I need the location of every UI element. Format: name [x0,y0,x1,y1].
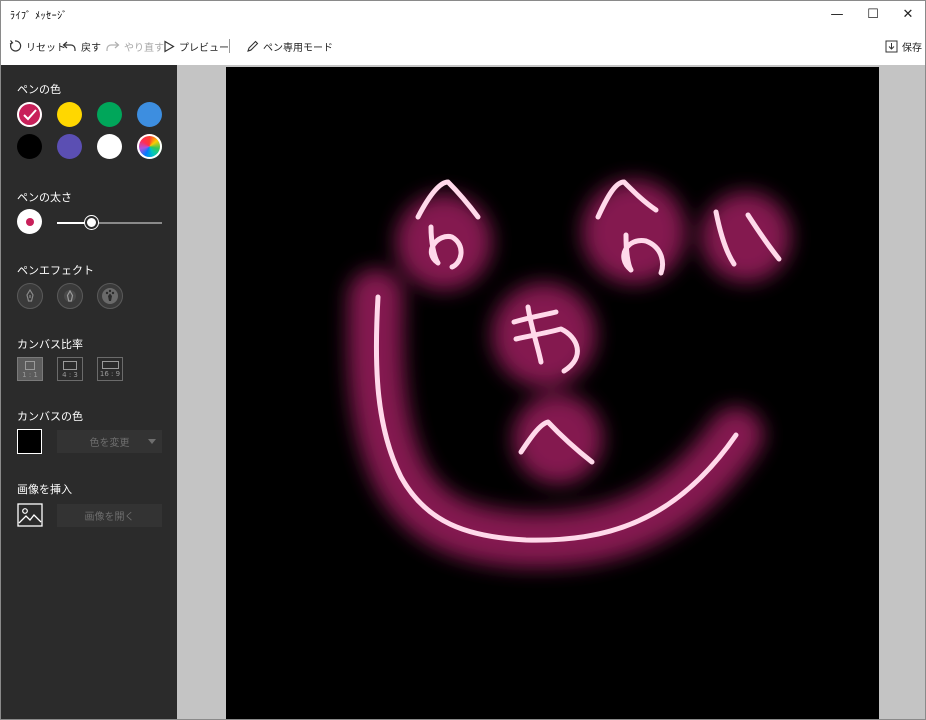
rainbow-pen-icon [102,288,118,304]
reset-button[interactable]: リセット [8,37,66,55]
app-window: ﾗｲﾌﾞ ﾒｯｾｰｼﾞ — ☐ ✕ リセット 戻す やり直す プレビュー ペン専… [0,0,926,720]
ratio-4-3-button[interactable]: 4 : 3 [57,357,83,381]
widescreen-icon [101,361,119,369]
drawing-canvas[interactable] [226,67,879,719]
pen-thickness-slider-thumb[interactable] [85,216,99,229]
glow-blob-mouth [513,394,603,484]
rectangle-icon [63,361,77,370]
reset-label: リセット [26,42,66,54]
toolbar: リセット 戻す やり直す プレビュー ペン専用モード 保存 [1,27,925,65]
ratio-16-9-button[interactable]: 16 : 9 [97,357,123,381]
chevron-down-icon [148,439,156,444]
pen-color-swatch-yellow[interactable] [57,102,82,127]
maximize-button[interactable]: ☐ [855,1,891,27]
undo-label: 戻す [81,42,101,54]
open-image-label: 画像を開く [84,512,135,523]
settings-sidebar: ペンの色 ペンの太さ ペンエフェクト カンバス比率 1 : 1 4 : 3 16… [1,65,177,719]
redo-button[interactable]: やり直す [105,37,164,55]
change-color-label: 色を変更 [89,438,130,449]
minimize-button[interactable]: — [819,1,855,27]
preview-label: プレビュー [179,42,229,54]
ratio-1-1-label: 1 : 1 [22,371,38,379]
glow-blob-left-eye [396,194,492,290]
ratio-1-1-button[interactable]: 1 : 1 [17,357,43,381]
download-icon [885,40,898,52]
image-icon [17,503,43,527]
open-image-button[interactable]: 画像を開く [57,504,162,527]
canvas-color-label: カンバスの色 [17,410,83,423]
ratio-4-3-label: 4 : 3 [62,371,78,379]
pen-color-swatch-crimson[interactable] [17,102,42,127]
canvas-ratio-label: カンバス比率 [17,338,83,351]
pen-thickness-preview[interactable] [17,209,42,234]
pen-color-swatch-white[interactable] [97,134,122,159]
glow-layer [347,180,791,568]
pen-color-swatch-green[interactable] [97,102,122,127]
save-button[interactable]: 保存 [885,37,922,55]
title-bar: ﾗｲﾌﾞ ﾒｯｾｰｼﾞ — ☐ ✕ [1,1,925,27]
pen-color-swatch-indigo[interactable] [57,134,82,159]
redo-icon [106,41,120,51]
canvas-workspace [177,65,925,719]
effect-ink-button[interactable] [17,283,43,309]
toolbar-divider [229,39,230,53]
pen-dot-icon [25,217,34,226]
pen-only-mode-button[interactable]: ペン専用モード [246,37,333,55]
play-icon [164,39,175,53]
insert-image-label: 画像を挿入 [17,483,72,496]
pen-color-swatch-blue[interactable] [137,102,162,127]
square-icon [25,361,35,370]
effect-rainbow-button[interactable] [97,283,123,309]
pen-only-mode-label: ペン専用モード [263,42,333,54]
pen-icon [247,40,259,52]
window-title: ﾗｲﾌﾞ ﾒｯｾｰｼﾞ [10,11,68,22]
pen-color-label: ペンの色 [17,83,61,96]
reset-icon [9,40,22,52]
glow-blob-ear [701,192,791,282]
close-button[interactable]: ✕ [890,1,925,27]
pen-color-swatch-rainbow[interactable] [137,134,162,159]
save-label: 保存 [902,42,922,54]
ratio-16-9-label: 16 : 9 [99,370,121,378]
pen-effect-label: ペンエフェクト [17,264,94,277]
undo-icon [62,41,76,51]
preview-button[interactable]: プレビュー [163,37,229,55]
glow-blob-right-eye [582,180,686,284]
pen-color-swatch-black[interactable] [17,134,42,159]
effect-glow-button[interactable] [57,283,83,309]
redo-label: やり直す [124,42,164,54]
pen-thickness-label: ペンの太さ [17,191,72,204]
canvas-drawing [347,179,791,568]
undo-button[interactable]: 戻す [62,37,101,55]
change-color-dropdown[interactable]: 色を変更 [57,430,162,453]
ink-pen-icon [26,288,34,302]
glow-pen-icon [64,289,76,302]
canvas-color-swatch[interactable] [17,429,42,454]
checkmark-icon [23,109,37,121]
